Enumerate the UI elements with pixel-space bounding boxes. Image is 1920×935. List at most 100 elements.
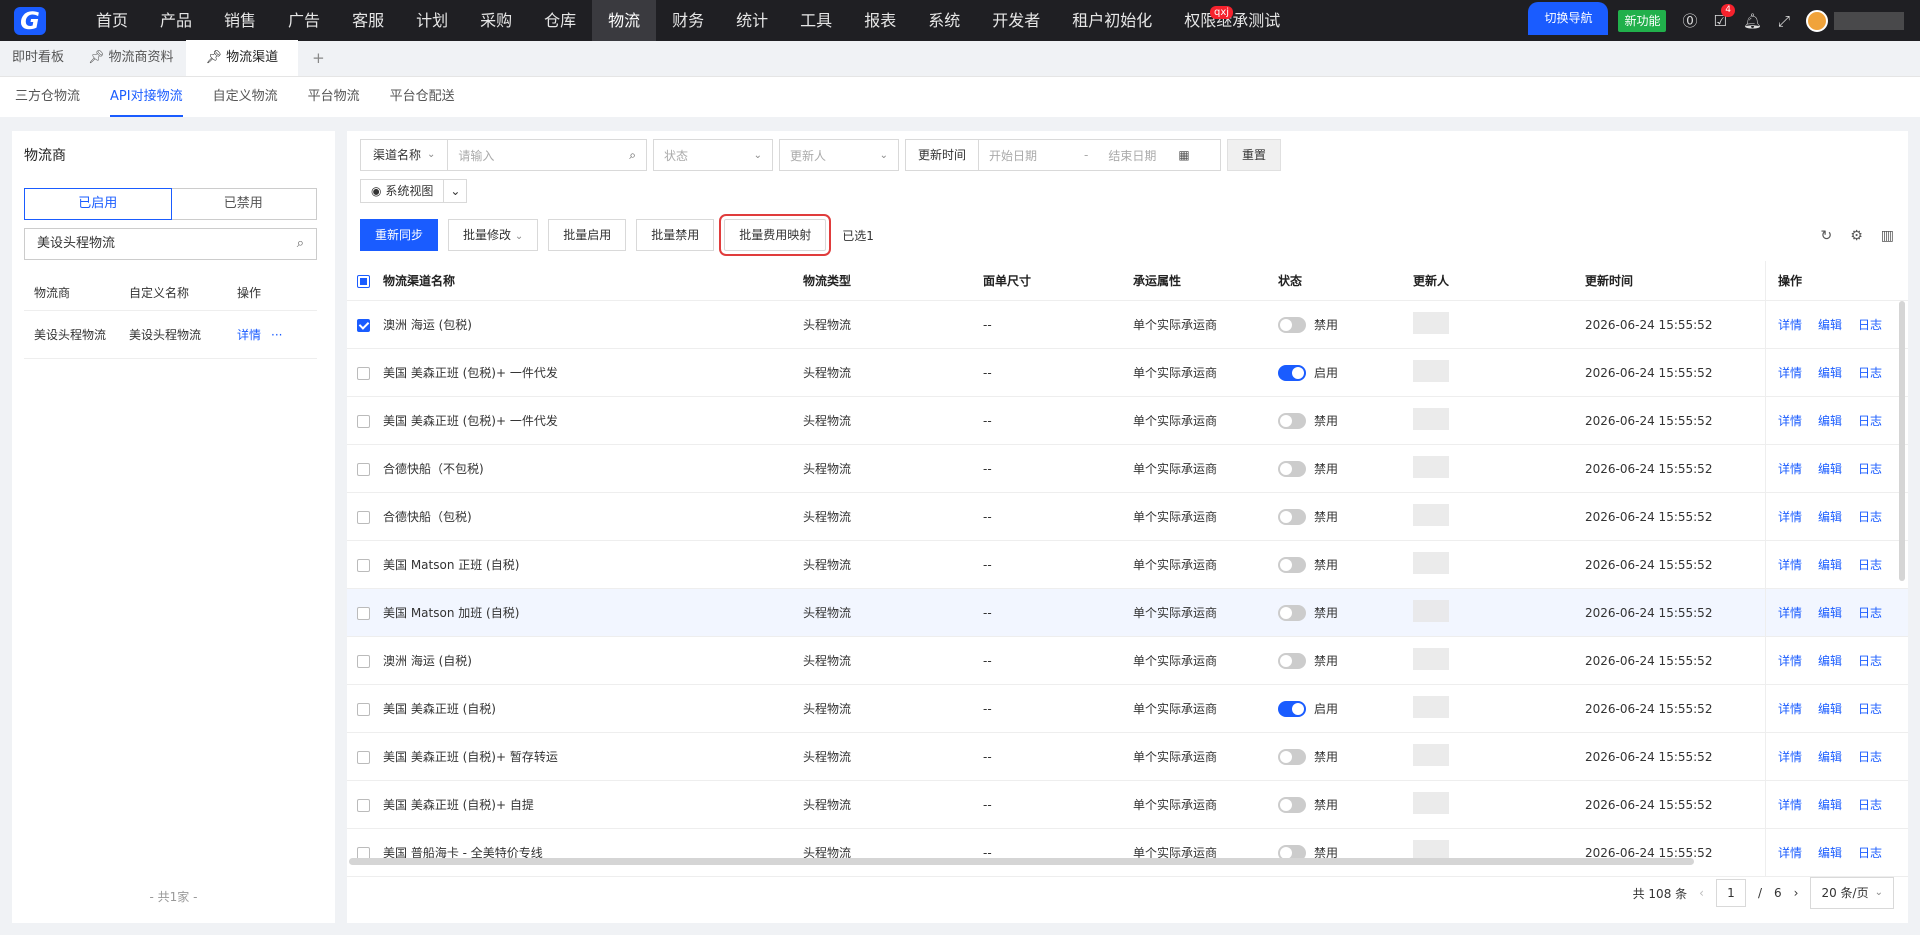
menu-item[interactable]: 首页: [80, 0, 144, 41]
status-toggle[interactable]: [1278, 653, 1306, 670]
horizontal-scrollbar[interactable]: [349, 858, 1694, 865]
detail-link[interactable]: 详情: [1778, 652, 1802, 669]
table-row[interactable]: 美国 Matson 正班 (自税) 头程物流 -- 单个实际承运商 禁用 202…: [347, 541, 1908, 589]
tab-dashboard[interactable]: 即时看板: [0, 40, 76, 76]
menu-item[interactable]: 物流: [592, 0, 657, 41]
row-checkbox[interactable]: [357, 654, 370, 668]
resync-button[interactable]: 重新同步: [360, 219, 439, 251]
segment-disabled[interactable]: 已禁用: [171, 189, 317, 219]
menu-item[interactable]: 报表: [848, 0, 912, 41]
edit-link[interactable]: 编辑: [1818, 796, 1842, 813]
mail-icon[interactable]: ☑ 4: [1713, 3, 1735, 30]
next-page-icon[interactable]: ›: [1794, 886, 1799, 900]
detail-link[interactable]: 详情: [1778, 316, 1802, 333]
detail-link[interactable]: 详情: [1778, 748, 1802, 765]
status-toggle[interactable]: [1278, 461, 1306, 478]
table-row[interactable]: 澳洲 海运 (包税) 头程物流 -- 单个实际承运商 禁用 2026-06-24…: [347, 301, 1908, 349]
menu-item[interactable]: 仓库: [528, 0, 592, 41]
log-link[interactable]: 日志: [1858, 364, 1882, 381]
vertical-scrollbar[interactable]: [1899, 301, 1905, 581]
batch-modify-button[interactable]: 批量修改 ⌄: [448, 219, 539, 251]
tab-logistics-channel[interactable]: 📌︎ 物流渠道: [185, 40, 299, 76]
refresh-icon[interactable]: ↻: [1820, 228, 1832, 244]
select-all-checkbox[interactable]: [357, 274, 370, 288]
table-row[interactable]: 美国 美森正班 (包税)+ 一件代发 头程物流 -- 单个实际承运商 启用 20…: [347, 349, 1908, 397]
sub-tab[interactable]: API对接物流: [110, 77, 183, 117]
table-row[interactable]: 美国 普船海卡 - 全美特价专线 头程物流 -- 单个实际承运商 禁用 2026…: [347, 829, 1908, 877]
edit-link[interactable]: 编辑: [1818, 364, 1842, 381]
menu-item[interactable]: 财务: [656, 0, 720, 41]
status-toggle[interactable]: [1278, 413, 1306, 430]
edit-link[interactable]: 编辑: [1818, 412, 1842, 429]
row-checkbox[interactable]: [357, 510, 370, 524]
status-toggle[interactable]: [1278, 557, 1306, 574]
bell-icon[interactable]: 🔔︎: [1743, 12, 1762, 30]
menu-item[interactable]: 开发者: [976, 0, 1056, 41]
channel-name-input[interactable]: 请输入: [448, 147, 629, 164]
menu-item[interactable]: 租户初始化: [1056, 0, 1168, 41]
table-row[interactable]: 合德快船（不包税) 头程物流 -- 单个实际承运商 禁用 2026-06-24 …: [347, 445, 1908, 493]
search-icon[interactable]: ⌕: [629, 148, 646, 163]
log-link[interactable]: 日志: [1858, 460, 1882, 477]
new-feature-button[interactable]: 新功能: [1618, 9, 1667, 32]
edit-link[interactable]: 编辑: [1818, 700, 1842, 717]
row-checkbox[interactable]: [357, 462, 370, 476]
status-toggle[interactable]: [1278, 509, 1306, 526]
detail-link[interactable]: 详情: [1778, 604, 1802, 621]
status-toggle[interactable]: [1278, 797, 1306, 814]
menu-item[interactable]: 统计: [720, 0, 784, 41]
row-checkbox[interactable]: [357, 414, 370, 428]
row-checkbox[interactable]: [357, 702, 370, 716]
page-size-select[interactable]: 20 条/页 ⌄: [1810, 877, 1894, 909]
batch-fee-mapping-button[interactable]: 批量费用映射: [719, 214, 832, 256]
status-toggle[interactable]: [1278, 317, 1306, 334]
detail-link[interactable]: 详情: [1778, 508, 1802, 525]
help-icon[interactable]: ⓪: [1682, 10, 1697, 31]
sub-tab[interactable]: 平台物流: [308, 77, 360, 117]
edit-link[interactable]: 编辑: [1818, 460, 1842, 477]
tab-carrier-info[interactable]: 📌︎ 物流商资料: [76, 40, 186, 76]
log-link[interactable]: 日志: [1858, 604, 1882, 621]
status-toggle[interactable]: [1278, 365, 1306, 382]
switch-nav-button[interactable]: 切换导航: [1528, 2, 1609, 35]
menu-item[interactable]: 工具: [784, 0, 848, 41]
status-toggle[interactable]: [1278, 749, 1306, 766]
menu-item[interactable]: 客服: [336, 0, 400, 41]
sub-tab[interactable]: 自定义物流: [213, 77, 278, 117]
carrier-row[interactable]: 美设头程物流 美设头程物流 详情 ···: [24, 311, 317, 359]
row-checkbox[interactable]: [357, 318, 370, 332]
add-tab-button[interactable]: +: [298, 40, 339, 76]
edit-link[interactable]: 编辑: [1818, 316, 1842, 333]
reset-button[interactable]: 重置: [1227, 139, 1282, 171]
detail-link[interactable]: 详情: [1778, 700, 1802, 717]
carrier-detail-link[interactable]: 详情: [237, 326, 261, 343]
edit-link[interactable]: 编辑: [1818, 844, 1842, 861]
log-link[interactable]: 日志: [1858, 796, 1882, 813]
log-link[interactable]: 日志: [1858, 508, 1882, 525]
log-link[interactable]: 日志: [1858, 700, 1882, 717]
menu-item[interactable]: 广告: [272, 0, 336, 41]
carrier-search-input[interactable]: 美设头程物流 ⌕: [24, 228, 317, 260]
batch-disable-button[interactable]: 批量禁用: [636, 219, 715, 251]
edit-link[interactable]: 编辑: [1818, 508, 1842, 525]
avatar[interactable]: [1806, 9, 1828, 32]
log-link[interactable]: 日志: [1858, 844, 1882, 861]
segment-enabled[interactable]: 已启用: [24, 188, 172, 220]
edit-link[interactable]: 编辑: [1818, 604, 1842, 621]
page-input[interactable]: 1: [1715, 879, 1746, 907]
status-toggle[interactable]: [1278, 701, 1306, 718]
row-checkbox[interactable]: [357, 558, 370, 572]
table-row[interactable]: 美国 美森正班 (包税)+ 一件代发 头程物流 -- 单个实际承运商 禁用 20…: [347, 397, 1908, 445]
start-date-input[interactable]: 开始日期: [979, 147, 1074, 164]
log-link[interactable]: 日志: [1858, 316, 1882, 333]
table-row[interactable]: 合德快船（包税) 头程物流 -- 单个实际承运商 禁用 2026-06-24 1…: [347, 493, 1908, 541]
log-link[interactable]: 日志: [1858, 652, 1882, 669]
sub-tab[interactable]: 平台仓配送: [390, 77, 455, 117]
edit-link[interactable]: 编辑: [1818, 556, 1842, 573]
settings-icon[interactable]: ⚙: [1850, 228, 1863, 244]
detail-link[interactable]: 详情: [1778, 460, 1802, 477]
detail-link[interactable]: 详情: [1778, 796, 1802, 813]
log-link[interactable]: 日志: [1858, 412, 1882, 429]
detail-link[interactable]: 详情: [1778, 412, 1802, 429]
table-row[interactable]: 澳洲 海运 (自税) 头程物流 -- 单个实际承运商 禁用 2026-06-24…: [347, 637, 1908, 685]
